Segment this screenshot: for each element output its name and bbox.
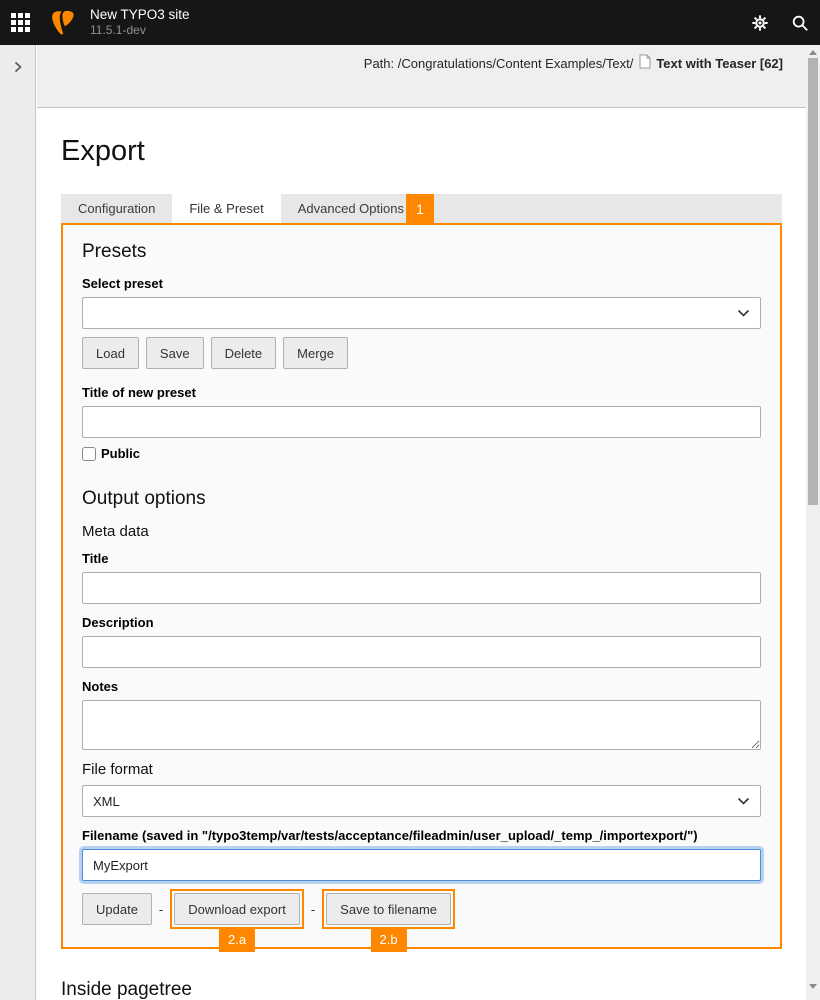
typo3-logo-icon	[51, 10, 75, 36]
modules-menu-button[interactable]	[0, 0, 40, 45]
meta-data-heading: Meta data	[82, 523, 761, 540]
public-checkbox[interactable]	[82, 447, 96, 461]
preset-select[interactable]	[82, 297, 761, 329]
site-title: New TYPO3 site	[90, 7, 190, 24]
annotation-frame-2b: Save to filename 2.b	[322, 889, 455, 929]
page-title: Export	[61, 135, 782, 168]
breadcrumb: Path: /Congratulations/Content Examples/…	[364, 54, 783, 72]
meta-notes-label: Notes	[82, 679, 761, 694]
meta-title-input[interactable]	[82, 572, 761, 604]
breadcrumb-path: Path: /Congratulations/Content Examples/…	[364, 56, 634, 71]
download-export-button[interactable]: Download export	[174, 893, 300, 925]
file-format-heading: File format	[82, 761, 761, 778]
page-tree-rail	[0, 45, 36, 1000]
load-preset-button[interactable]: Load	[82, 337, 139, 369]
chevron-right-icon	[13, 61, 23, 73]
file-preset-panel: Presets Select preset Load Save Delete M…	[61, 223, 782, 949]
typo3-backend: New TYPO3 site 11.5.1-dev	[0, 0, 820, 1000]
meta-notes-textarea[interactable]	[82, 700, 761, 750]
output-options-heading: Output options	[82, 488, 761, 510]
site-version: 11.5.1-dev	[90, 23, 190, 38]
select-preset-label: Select preset	[82, 276, 761, 291]
annotation-frame-2a: Download export 2.a	[170, 889, 304, 929]
meta-description-input[interactable]	[82, 636, 761, 668]
new-preset-title-label: Title of new preset	[82, 385, 761, 400]
record-title[interactable]: Text with Teaser [62]	[656, 56, 783, 71]
delete-preset-button[interactable]: Delete	[211, 337, 277, 369]
file-format-select[interactable]: XML	[82, 785, 761, 817]
inside-pagetree-section: Inside pagetree Controls Title Message	[61, 979, 782, 1000]
annotation-badge-2b: 2.b	[371, 927, 407, 952]
public-checkbox-label: Public	[101, 446, 140, 461]
vertical-scrollbar[interactable]	[806, 45, 820, 1000]
file-format-value: XML	[93, 794, 120, 809]
filename-label: Filename (saved in "/typo3temp/var/tests…	[82, 828, 761, 843]
apps-grid-icon	[11, 13, 30, 32]
new-preset-title-input[interactable]	[82, 406, 761, 438]
meta-description-label: Description	[82, 615, 761, 630]
module-body: Export Configuration File & Preset Advan…	[37, 135, 806, 1000]
meta-title-label: Title	[82, 551, 761, 566]
presets-heading: Presets	[82, 241, 761, 263]
filename-input[interactable]	[82, 849, 761, 881]
tab-advanced-options[interactable]: Advanced Options	[281, 194, 421, 223]
gear-icon	[751, 14, 769, 32]
save-preset-button[interactable]: Save	[146, 337, 204, 369]
scrollbar-thumb[interactable]	[808, 58, 818, 505]
tab-strip: Configuration File & Preset Advanced Opt…	[61, 194, 782, 223]
merge-preset-button[interactable]: Merge	[283, 337, 348, 369]
annotation-badge-2a: 2.a	[219, 927, 255, 952]
topbar: New TYPO3 site 11.5.1-dev	[0, 0, 820, 45]
tab-configuration[interactable]: Configuration	[61, 194, 172, 223]
settings-button[interactable]	[740, 0, 780, 45]
search-button[interactable]	[780, 0, 820, 45]
save-to-filename-button[interactable]: Save to filename	[326, 893, 451, 925]
annotation-badge-1: 1	[406, 194, 434, 223]
docheader: Path: /Congratulations/Content Examples/…	[37, 45, 806, 108]
typo3-logo[interactable]	[46, 0, 80, 45]
separator-dash: -	[159, 902, 163, 917]
update-button[interactable]: Update	[82, 893, 152, 925]
scroll-up-arrow[interactable]	[806, 45, 820, 59]
inside-pagetree-heading: Inside pagetree	[61, 979, 782, 1000]
expand-pagetree-button[interactable]	[0, 50, 35, 84]
separator-dash: -	[311, 902, 315, 917]
chevron-down-icon	[737, 309, 750, 317]
scroll-down-arrow[interactable]	[806, 979, 820, 993]
module-area: Path: /Congratulations/Content Examples/…	[37, 45, 806, 1000]
chevron-down-icon	[737, 797, 750, 805]
tab-file-preset[interactable]: File & Preset	[172, 194, 280, 223]
page-record-icon	[639, 54, 651, 72]
search-icon	[791, 14, 809, 32]
